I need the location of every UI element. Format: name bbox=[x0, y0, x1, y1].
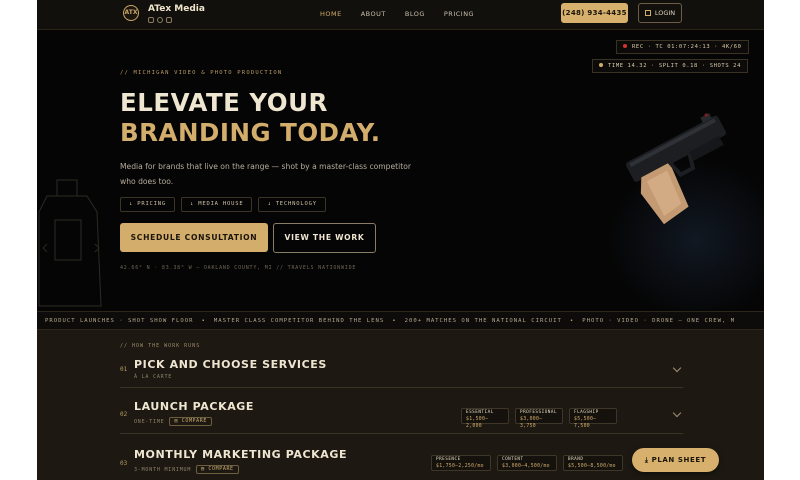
pistol-image bbox=[625, 113, 726, 224]
ticker-item: PHOTO · VIDEO · DRONE — ONE CREW, M bbox=[582, 318, 736, 324]
plan-sheet-button[interactable]: ⤓ PLAN SHEET bbox=[632, 448, 719, 472]
view-work-button[interactable]: VIEW THE WORK bbox=[273, 223, 376, 253]
schedule-consultation-button[interactable]: SCHEDULE CONSULTATION bbox=[120, 223, 268, 252]
google-icon[interactable] bbox=[157, 17, 163, 23]
row-title: LAUNCH PACKAGE bbox=[134, 400, 255, 413]
tier-presence: PRESENCE $1,750–2,250/mo bbox=[431, 455, 491, 471]
chip-technology[interactable]: ↓ TECHNOLOGY bbox=[258, 197, 326, 212]
chip-media-house[interactable]: ↓ MEDIA HOUSE bbox=[181, 197, 253, 212]
row-subtitle-text: 3-MONTH MINIMUM bbox=[134, 467, 192, 473]
service-row-launch[interactable]: 02 LAUNCH PACKAGE ONE-TIME ▤ COMPARE ESSE… bbox=[120, 388, 683, 434]
timer-text: TIME 14.32 · SPLIT 0.18 · SHOTS 24 bbox=[608, 63, 741, 69]
hero-headline: ELEVATE YOUR BRANDING TODAY. bbox=[120, 88, 381, 148]
row-subtitle: ONE-TIME ▤ COMPARE bbox=[134, 417, 212, 426]
service-row-monthly[interactable]: 03 MONTHLY MARKETING PACKAGE 3-MONTH MIN… bbox=[120, 434, 683, 480]
tier-price: $1,500–2,000 bbox=[466, 417, 489, 429]
row-number: 03 bbox=[120, 460, 128, 467]
chevron-down-icon[interactable] bbox=[672, 408, 682, 418]
tier-price: $5,500–7,500 bbox=[574, 417, 597, 429]
site-header: ATX ATex Media HOME ABOUT BLOG PRICING (… bbox=[37, 0, 764, 30]
row-title: PICK AND CHOOSE SERVICES bbox=[134, 358, 327, 371]
ticker-separator-icon: • bbox=[392, 318, 397, 324]
login-label: LOGIN bbox=[654, 9, 676, 17]
tier-price: $3,000–3,750 bbox=[520, 417, 543, 429]
social-links bbox=[148, 17, 172, 23]
tier-content: CONTENT $3,000–4,500/mo bbox=[497, 455, 557, 471]
ticker-item: PRODUCT LAUNCHES · SHOT SHOW FLOOR bbox=[45, 318, 194, 324]
service-row-a-la-carte[interactable]: 01 PICK AND CHOOSE SERVICES À LA CARTE bbox=[120, 352, 683, 388]
download-icon: ⤓ bbox=[644, 456, 652, 464]
brand-name[interactable]: ATex Media bbox=[148, 4, 205, 14]
ticker-item: MASTER CLASS COMPETITOR BEHIND THE LENS bbox=[213, 318, 385, 324]
ticker-track: PRODUCT LAUNCHES · SHOT SHOW FLOOR • MASTE… bbox=[45, 318, 735, 324]
hero-chips: ↓ PRICING ↓ MEDIA HOUSE ↓ TECHNOLOGY bbox=[120, 197, 326, 212]
compare-label: COMPARE bbox=[208, 466, 234, 472]
login-icon bbox=[644, 10, 651, 16]
rec-text: REC · TC 01:07:24:13 · 4K/60 bbox=[632, 44, 742, 50]
login-button[interactable]: LOGIN bbox=[638, 3, 682, 23]
tier-flagship: FLAGSHIP $5,500–7,500 bbox=[569, 408, 617, 429]
hero-eyebrow: // MICHIGAN VIDEO & PHOTO PRODUCTION bbox=[120, 70, 283, 76]
tier-price: $3,000–4,500/mo bbox=[502, 464, 550, 469]
row-number: 01 bbox=[120, 366, 128, 373]
row-subtitle: 3-MONTH MINIMUM ▤ COMPARE bbox=[134, 465, 239, 474]
nav-about[interactable]: ABOUT bbox=[361, 10, 386, 18]
timer-dot-icon bbox=[599, 63, 603, 67]
nav-blog[interactable]: BLOG bbox=[405, 10, 425, 18]
services-eyebrow: // HOW THE WORK RUNS bbox=[120, 343, 201, 349]
compare-label: COMPARE bbox=[181, 418, 207, 424]
rec-readout: REC · TC 01:07:24:13 · 4K/60 bbox=[616, 40, 749, 54]
rec-dot-icon bbox=[623, 44, 627, 48]
chip-pricing[interactable]: ↓ PRICING bbox=[120, 197, 176, 212]
plan-sheet-label: PLAN SHEET bbox=[651, 456, 707, 464]
row-title: MONTHLY MARKETING PACKAGE bbox=[134, 448, 348, 461]
location-coords: 42.66° N · 83.38° W — OAKLAND COUNTY, MI… bbox=[120, 265, 357, 271]
row-subtitle-text: ONE-TIME bbox=[134, 419, 165, 425]
nav-home[interactable]: HOME bbox=[320, 10, 342, 18]
tier-price: $1,750–2,250/mo bbox=[436, 464, 484, 469]
target-silhouette-icon bbox=[38, 179, 102, 307]
phone-button[interactable]: (248) 934-4435 bbox=[561, 3, 628, 23]
nav-pricing[interactable]: PRICING bbox=[444, 10, 474, 18]
ticker-bar: PRODUCT LAUNCHES · SHOT SHOW FLOOR • MASTE… bbox=[37, 311, 764, 330]
tier-essential: ESSENTIAL $1,500–2,000 bbox=[461, 408, 509, 429]
page-frame: ATX ATex Media HOME ABOUT BLOG PRICING (… bbox=[37, 0, 764, 480]
compare-button[interactable]: ▤ COMPARE bbox=[169, 417, 212, 426]
chevron-down-icon[interactable] bbox=[672, 363, 682, 373]
row-number: 02 bbox=[120, 411, 128, 418]
tier-brand: BRAND $5,500–8,500/mo bbox=[563, 455, 623, 471]
headline-line-2: BRANDING TODAY. bbox=[120, 118, 381, 147]
ticker-item: 200+ MATCHES ON THE NATIONAL CIRCUIT bbox=[404, 318, 562, 324]
row-subtitle: À LA CARTE bbox=[134, 374, 173, 380]
ticker-separator-icon: • bbox=[569, 318, 575, 324]
shot-timer-readout: TIME 14.32 · SPLIT 0.18 · SHOTS 24 bbox=[592, 59, 748, 73]
main-nav: HOME ABOUT BLOG PRICING bbox=[320, 10, 493, 18]
tier-price: $5,500–8,500/mo bbox=[568, 464, 616, 469]
compare-button[interactable]: ▤ COMPARE bbox=[196, 465, 239, 474]
youtube-icon[interactable] bbox=[166, 17, 172, 23]
instagram-icon[interactable] bbox=[148, 17, 154, 23]
tier-professional: PROFESSIONAL $3,000–3,750 bbox=[515, 408, 563, 429]
hero-subtext: Media for brands that live on the range … bbox=[120, 162, 412, 186]
ticker-separator-icon: • bbox=[201, 318, 206, 324]
headline-line-1: ELEVATE YOUR bbox=[120, 88, 328, 117]
logo[interactable]: ATX bbox=[123, 5, 139, 21]
hero-section: REC · TC 01:07:24:13 · 4K/60 TIME 14.32 … bbox=[37, 30, 764, 311]
